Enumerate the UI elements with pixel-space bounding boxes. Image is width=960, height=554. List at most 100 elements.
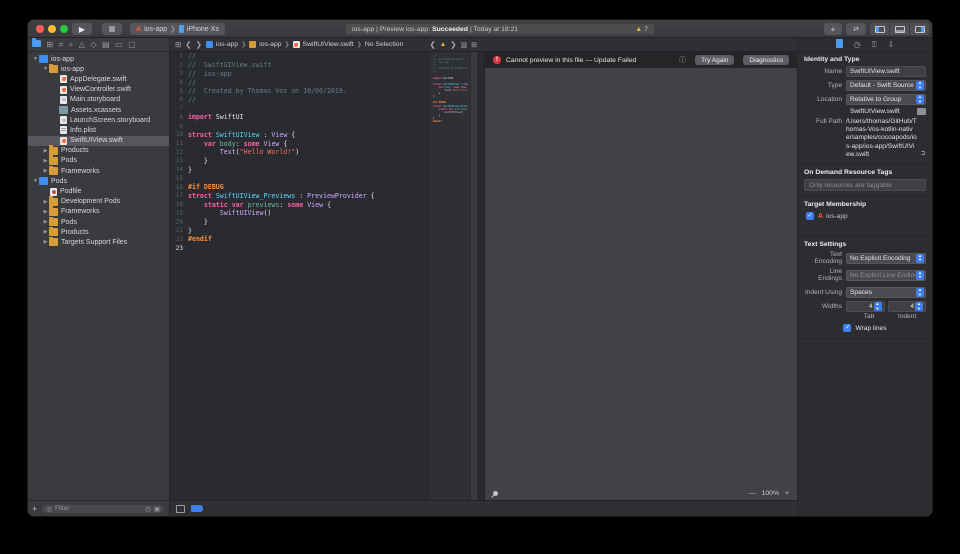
tab-width-field[interactable]: 4 ▲ ▼ xyxy=(846,301,885,313)
code-editor[interactable]: 1//2// SwiftUIView.swift 3// ios-app 4//5/… xyxy=(170,52,428,500)
toggle-debug-area-button[interactable] xyxy=(890,23,909,35)
add-editor-button[interactable]: ⊞ xyxy=(471,41,477,49)
code-line[interactable]: 9 xyxy=(170,122,428,131)
accessibility-inspector-tab[interactable]: ⇩ xyxy=(888,40,895,49)
source-control-navigator-tab[interactable]: ⊞ xyxy=(47,40,54,49)
file-tree-row[interactable]: ▶ Development Pods xyxy=(28,196,169,207)
previous-issue-button[interactable]: ❮ xyxy=(429,40,435,49)
minimap[interactable]: //// SwiftUIView.swift// ios-app//// Cre… xyxy=(428,52,470,500)
location-dropdown[interactable]: Relative to Group ▲ ▼ xyxy=(846,94,926,105)
disclosure-triangle-icon[interactable]: ▶ xyxy=(42,158,49,164)
issue-navigator-tab[interactable]: △ xyxy=(79,40,85,49)
wrap-lines-checkbox[interactable]: ✓ xyxy=(843,324,852,333)
symbol-navigator-tab[interactable]: ⌗ xyxy=(59,40,64,49)
code-line[interactable]: 15 xyxy=(170,174,428,183)
disclosure-triangle-icon[interactable]: ▶ xyxy=(42,209,49,215)
next-issue-button[interactable]: ❯ xyxy=(450,40,456,49)
file-tree-row[interactable]: Info.plist xyxy=(28,125,169,135)
disclosure-triangle-icon[interactable]: ▼ xyxy=(32,178,39,184)
diagnostics-button[interactable]: Diagnostics xyxy=(743,55,789,65)
file-tree-row[interactable]: ▶ Frameworks xyxy=(28,206,169,217)
open-in-finder-icon[interactable]: ➲ xyxy=(920,150,926,159)
minimize-window-button[interactable] xyxy=(48,25,56,33)
recent-files-icon[interactable]: ◷ xyxy=(145,505,151,513)
disclosure-triangle-icon[interactable]: ▶ xyxy=(42,199,49,205)
target-checkbox[interactable]: ✓ xyxy=(806,212,814,221)
code-line[interactable]: 20 } xyxy=(170,218,428,227)
source-control-status-icon[interactable]: ▣ xyxy=(154,505,160,513)
file-tree-row[interactable]: ▶ Products xyxy=(28,145,169,156)
editor-preview-divider[interactable] xyxy=(477,52,485,500)
disclosure-triangle-icon[interactable]: ▶ xyxy=(42,148,49,154)
code-line[interactable]: 8 import SwiftUI xyxy=(170,113,428,122)
file-tree-row[interactable]: ▶ Pods xyxy=(28,155,169,166)
file-tree-row[interactable]: ▶ Frameworks xyxy=(28,165,169,176)
name-field[interactable]: SwiftUIView.swift xyxy=(846,66,926,77)
breadcrumb-project[interactable]: ios-app xyxy=(216,41,238,48)
code-line[interactable]: 7 xyxy=(170,104,428,113)
filter-field[interactable]: ◎ Filter ◷ ▣ xyxy=(41,503,165,514)
find-navigator-tab[interactable]: ⌕ xyxy=(69,40,73,49)
file-tree-row[interactable]: LaunchScreen.storyboard xyxy=(28,115,169,125)
code-line[interactable]: 19 SwiftUIView() xyxy=(170,209,428,218)
code-line[interactable]: 18 static var previews: some View { xyxy=(170,200,428,209)
pin-preview-icon[interactable] xyxy=(491,489,500,497)
choose-location-icon[interactable] xyxy=(917,108,926,115)
try-again-button[interactable]: Try Again xyxy=(695,55,735,65)
disclosure-triangle-icon[interactable]: ▶ xyxy=(42,239,49,245)
file-tree-row[interactable]: ▶ Pods xyxy=(28,216,169,227)
code-line[interactable]: 16 #if DEBUG xyxy=(170,183,428,192)
resource-tags-field[interactable]: Only resources are taggable xyxy=(804,179,926,192)
code-line[interactable]: 1// xyxy=(170,52,428,61)
forward-button[interactable]: ❯ xyxy=(196,40,202,49)
close-window-button[interactable] xyxy=(36,25,44,33)
code-line[interactable]: 23 xyxy=(170,244,428,253)
breakpoint-navigator-tab[interactable]: ▭ xyxy=(115,40,123,49)
test-navigator-tab[interactable]: ◇ xyxy=(90,40,96,49)
disclosure-triangle-icon[interactable]: ▶ xyxy=(42,219,49,225)
indent-width-field[interactable]: 4 ▲ ▼ xyxy=(887,301,926,313)
line-endings-dropdown[interactable]: No Explicit Line Endings ▲ ▼ xyxy=(846,269,926,281)
file-tree-row[interactable]: ▼ ios-app xyxy=(28,63,169,74)
minimap-toggle-icon[interactable] xyxy=(176,504,185,513)
code-line[interactable]: 12 Text("Hello World!") xyxy=(170,148,428,157)
code-line[interactable]: 11 var body: some View { xyxy=(170,139,428,148)
code-line[interactable]: 5// Created by Thomas Vos on 10/06/2019. xyxy=(170,87,428,96)
history-inspector-tab[interactable]: ◷ xyxy=(854,40,861,49)
run-button[interactable]: ▶ xyxy=(72,23,92,35)
zoom-in-button[interactable]: + xyxy=(785,490,789,497)
back-button[interactable]: ❮ xyxy=(185,40,191,49)
code-line[interactable]: 17 struct SwiftUIView_Previews : PreviewP… xyxy=(170,192,428,201)
add-file-button[interactable]: + xyxy=(32,504,37,514)
stop-button[interactable] xyxy=(102,23,122,35)
quick-help-inspector-tab[interactable]: ⍰ xyxy=(872,40,877,49)
code-line[interactable]: 2// SwiftUIView.swift xyxy=(170,61,428,70)
file-tree-row[interactable]: ▼ Pods xyxy=(28,176,169,186)
code-line[interactable]: 13 } xyxy=(170,157,428,166)
code-line[interactable]: 21} xyxy=(170,226,428,235)
zoom-level[interactable]: 100% xyxy=(762,490,779,497)
type-dropdown[interactable]: Default - Swift Source ▲ ▼ xyxy=(846,80,926,91)
file-tree-row[interactable]: ▶ Products xyxy=(28,226,169,237)
code-line[interactable]: 10 struct SwiftUIView : View { xyxy=(170,130,428,139)
activity-status-bar[interactable]: ios-app | Preview ios-app: Succeeded | T… xyxy=(345,23,655,35)
toggle-navigator-button[interactable] xyxy=(870,23,889,35)
minimap-scrollbar[interactable] xyxy=(470,52,477,500)
disclosure-triangle-icon[interactable]: ▶ xyxy=(42,229,49,235)
code-line[interactable]: 14} xyxy=(170,165,428,174)
zoom-window-button[interactable] xyxy=(60,25,68,33)
related-items-icon[interactable]: ⊞ xyxy=(175,40,181,49)
file-inspector-tab[interactable] xyxy=(835,39,843,50)
debug-navigator-tab[interactable]: ▤ xyxy=(102,40,110,49)
code-line[interactable]: 6// xyxy=(170,96,428,105)
editor-mode-button[interactable]: ⇄ xyxy=(846,23,866,35)
project-navigator-tab[interactable] xyxy=(32,38,41,49)
report-navigator-tab[interactable]: ▢ xyxy=(128,40,136,49)
file-tree-row[interactable]: ▼ ios-app xyxy=(28,54,169,64)
file-tree-row[interactable]: Main.storyboard xyxy=(28,95,169,105)
code-line[interactable]: 22 #endif xyxy=(170,235,428,244)
library-add-button[interactable]: + xyxy=(824,23,842,35)
scheme-selector[interactable]: A ios-app ❯ iPhone Xs xyxy=(130,23,225,35)
disclosure-triangle-icon[interactable]: ▼ xyxy=(42,66,49,72)
breadcrumb-selection[interactable]: No Selection xyxy=(365,41,404,48)
